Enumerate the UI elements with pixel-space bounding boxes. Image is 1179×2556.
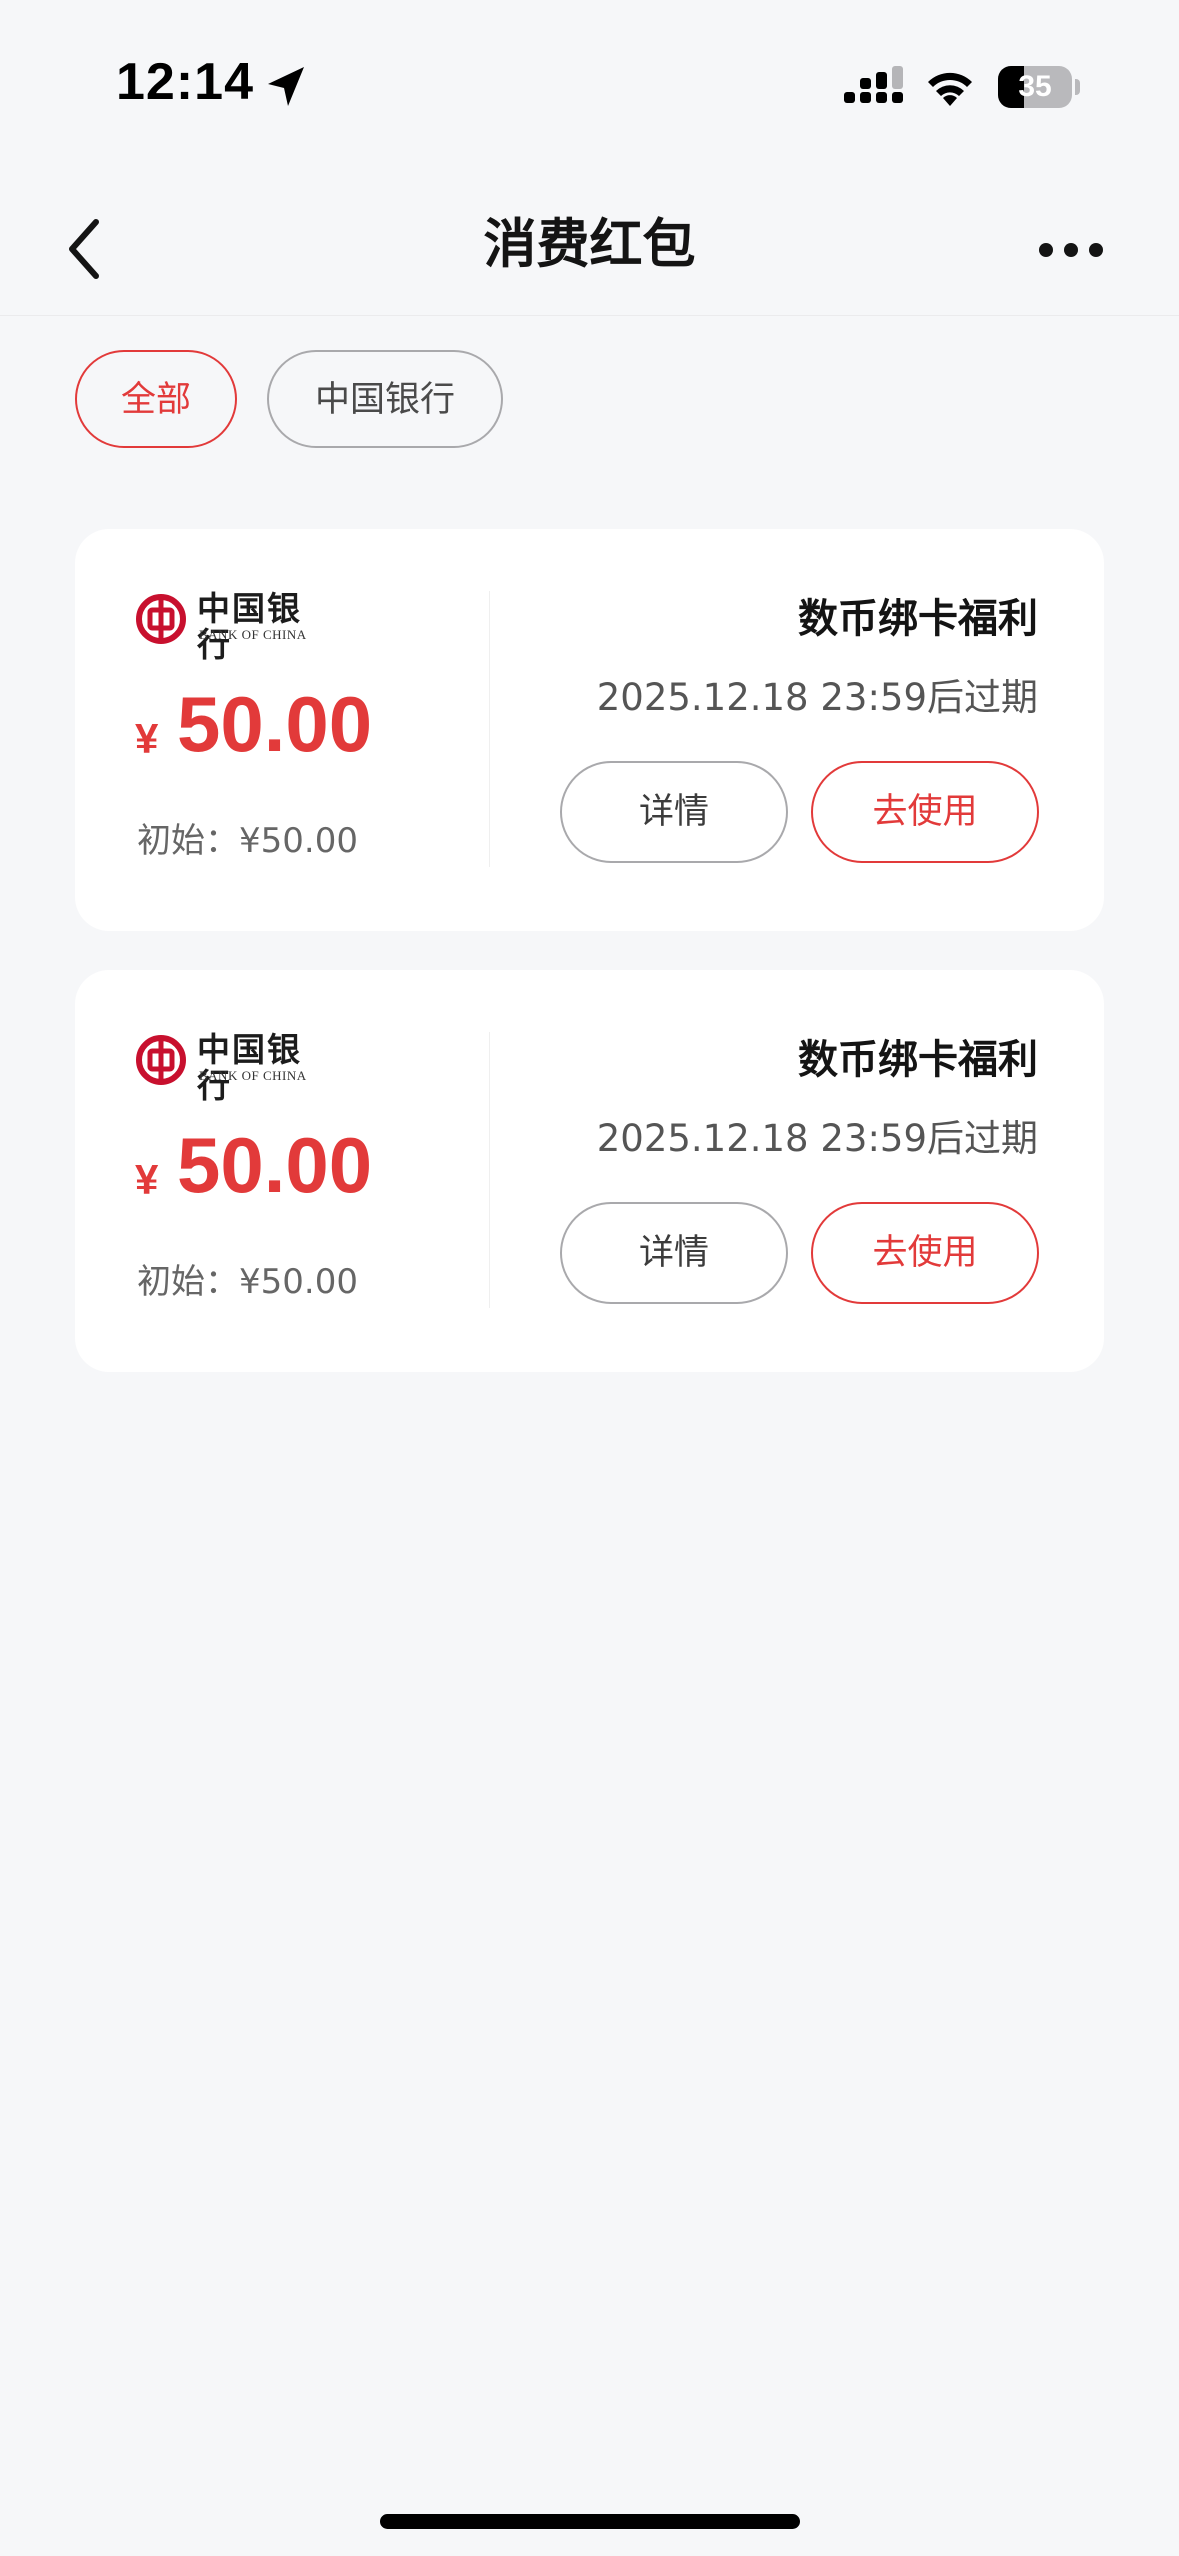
initial-amount: 初始：¥50.00 <box>137 1262 358 1302</box>
card-divider <box>489 591 490 867</box>
bank-of-china-emblem-icon <box>136 1035 186 1085</box>
currency-symbol: ¥ <box>135 715 159 762</box>
details-button[interactable]: 详情 <box>560 1202 788 1304</box>
status-bar: 12:14 35 <box>0 0 1179 170</box>
coupon-amount: 50.00 <box>177 1121 373 1209</box>
bank-name-en: BANK OF CHINA <box>199 627 307 642</box>
battery-cap <box>1075 79 1080 95</box>
bank-name-en: BANK OF CHINA <box>199 1068 307 1083</box>
location-arrow-icon <box>268 67 304 106</box>
nav-bar: 消费红包 <box>0 170 1179 316</box>
use-button[interactable]: 去使用 <box>811 1202 1039 1304</box>
expiry-text: 2025.12.18 23:59后过期 <box>596 1117 1038 1160</box>
filter-tab-bank-of-china[interactable]: 中国银行 <box>267 350 503 448</box>
bank-of-china-logo: 中国银行 BANK OF CHINA <box>135 1032 325 1104</box>
coupon-title: 数币绑卡福利 <box>798 1037 1038 1083</box>
use-button[interactable]: 去使用 <box>811 761 1039 863</box>
battery-body: 35 <box>998 66 1072 108</box>
bank-of-china-emblem-icon <box>136 594 186 644</box>
coupon-amount: 50.00 <box>177 680 373 768</box>
coupon-card: 中国银行 BANK OF CHINA ¥ 50.00 初始：¥50.00 数币绑… <box>75 529 1104 931</box>
status-time: 12:14 <box>116 53 254 111</box>
details-button[interactable]: 详情 <box>560 761 788 863</box>
card-divider <box>489 1032 490 1308</box>
currency-symbol: ¥ <box>135 1156 159 1203</box>
expiry-text: 2025.12.18 23:59后过期 <box>596 676 1038 719</box>
page-title: 消费红包 <box>483 214 696 275</box>
initial-amount: 初始：¥50.00 <box>137 821 358 861</box>
coupon-card: 中国银行 BANK OF CHINA ¥ 50.00 初始：¥50.00 数币绑… <box>75 970 1104 1372</box>
signal-icon <box>844 66 903 103</box>
page: 12:14 35 消费红包 全部 中国银行 中国银行 BANK OF CHINA… <box>0 0 1179 2556</box>
bank-of-china-logo: 中国银行 BANK OF CHINA <box>135 591 325 663</box>
wifi-icon <box>928 72 972 106</box>
home-indicator[interactable] <box>380 2514 800 2529</box>
filter-tab-all[interactable]: 全部 <box>75 350 237 448</box>
coupon-title: 数币绑卡福利 <box>798 596 1038 642</box>
battery-icon: 35 <box>998 66 1082 108</box>
battery-level: 35 <box>1018 70 1052 103</box>
more-options-button[interactable] <box>1036 230 1106 270</box>
